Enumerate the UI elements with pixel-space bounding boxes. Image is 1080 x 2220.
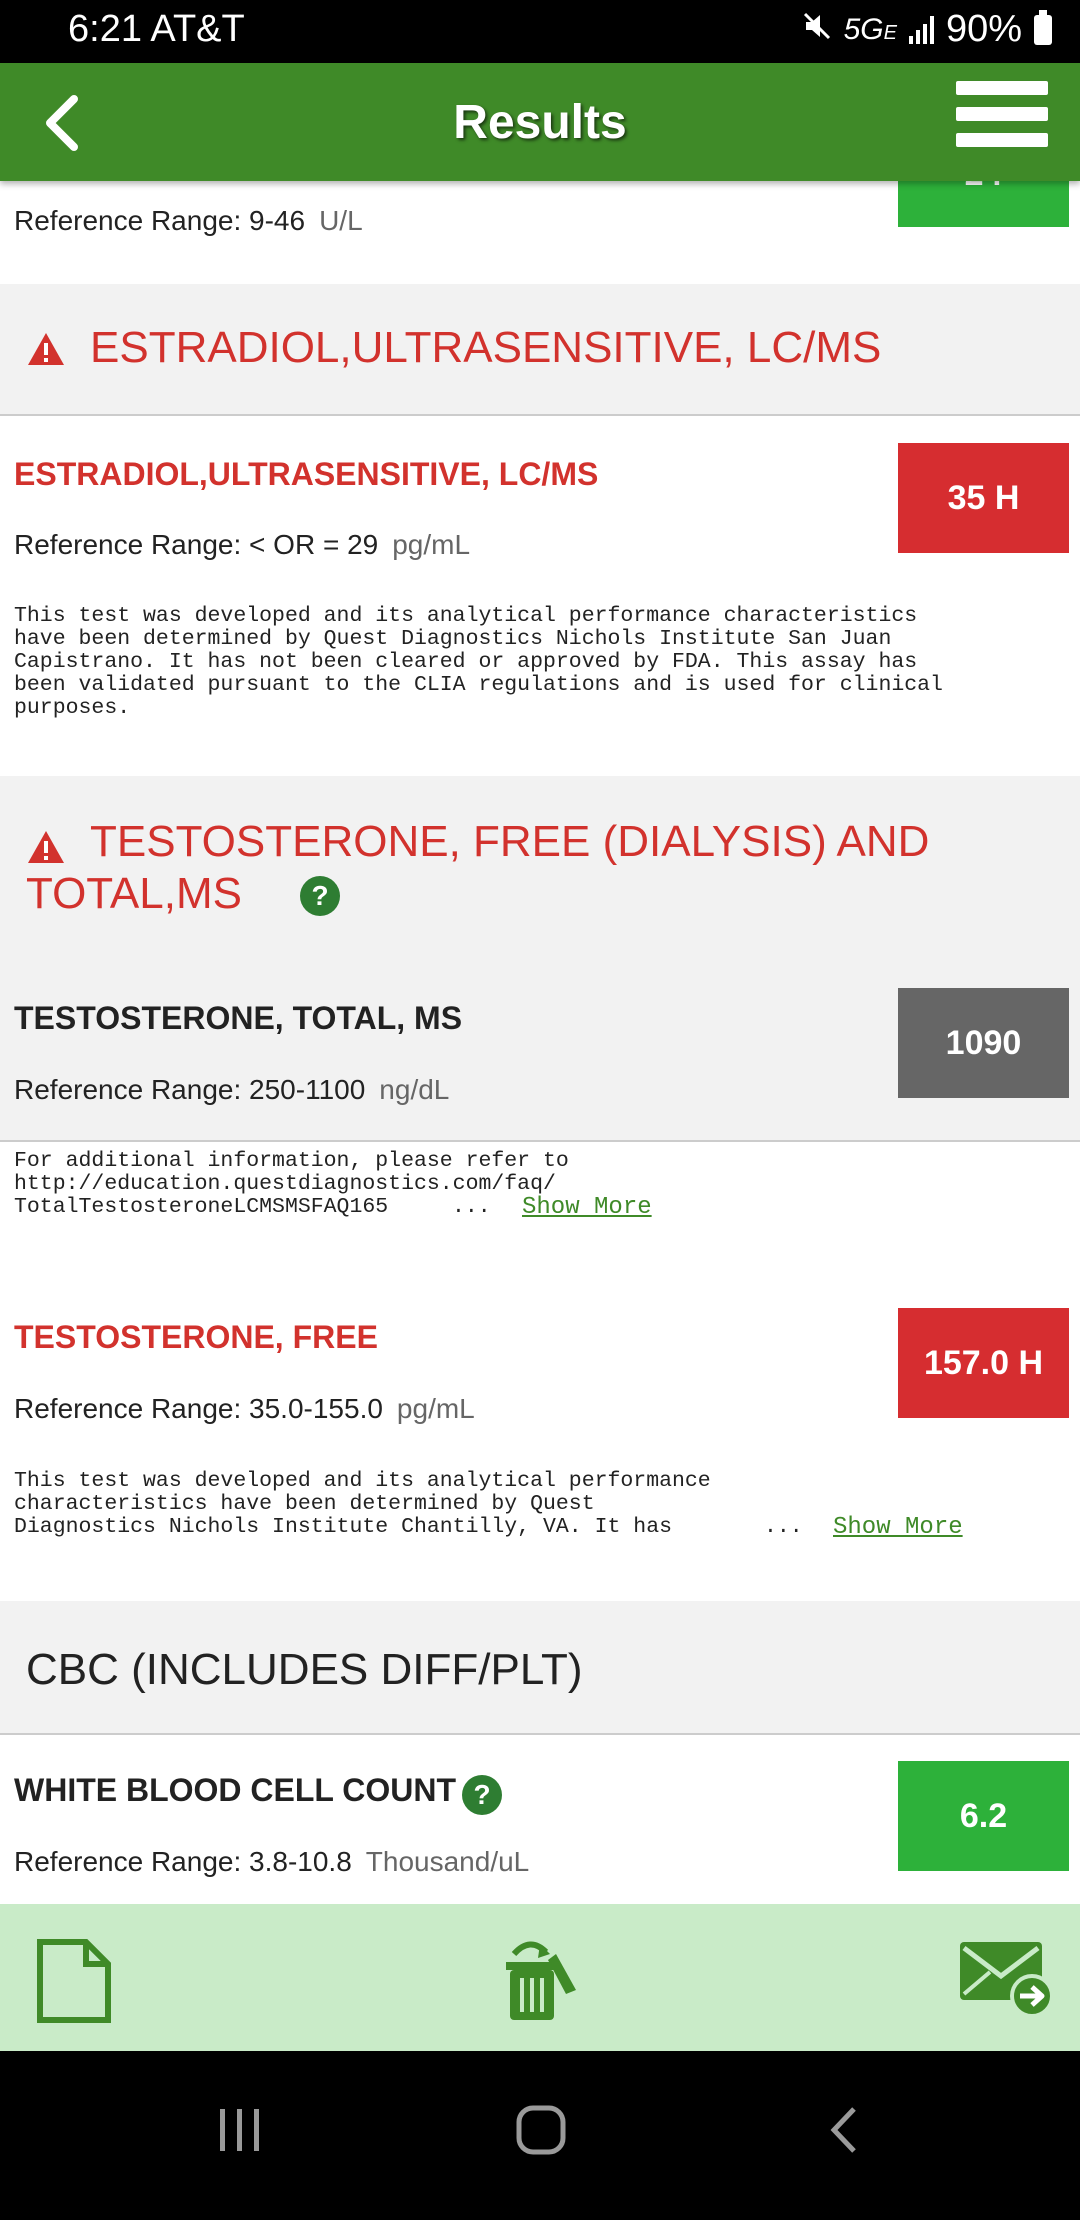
email-forward-icon <box>960 1942 1054 2018</box>
test-note: This test was developed and its analytic… <box>14 1469 711 1539</box>
status-icons: 5GE 90% <box>802 8 1052 51</box>
result-value-badge[interactable]: 157.0 H <box>898 1308 1069 1418</box>
help-icon: ? <box>462 1775 502 1815</box>
menu-button[interactable] <box>956 81 1048 165</box>
reference-range: Reference Range: 9-46 U/L <box>14 205 363 236</box>
document-icon <box>37 1939 111 2023</box>
warning-icon <box>26 829 66 870</box>
battery-icon <box>1034 9 1052 45</box>
status-bar: 6:21 AT&T 5GE 90% <box>0 0 1080 63</box>
reference-range: Reference Range: 3.8-10.8 Thousand/uL <box>14 1846 530 1877</box>
hamburger-icon <box>956 81 1048 95</box>
bottom-toolbar <box>0 1904 1080 2051</box>
section-title: ESTRADIOL,ULTRASENSITIVE, LC/MS <box>90 323 882 372</box>
home-button[interactable] <box>516 2105 566 2160</box>
document-button[interactable] <box>36 1938 112 2029</box>
help-button[interactable]: ? <box>300 876 340 916</box>
delete-button[interactable] <box>500 1934 580 2029</box>
test-note: This test was developed and its analytic… <box>14 604 943 720</box>
help-button[interactable]: ? <box>462 1775 502 1815</box>
results-list[interactable]: 24 Reference Range: 9-46U/L ESTRADIOL,UL… <box>0 181 1080 1904</box>
home-icon <box>516 2105 566 2155</box>
test-name: ESTRADIOL,ULTRASENSITIVE, LC/MS <box>14 456 599 492</box>
note-ellipsis: ... <box>452 1195 491 1219</box>
page-title: Results <box>453 96 627 149</box>
show-more-link[interactable]: Show More <box>522 1194 652 1221</box>
section-header-cbc[interactable]: CBC (INCLUDES DIFF/PLT) <box>0 1601 1080 1735</box>
battery-level: 90% <box>945 8 1022 50</box>
test-name: TESTOSTERONE, FREE <box>14 1319 378 1355</box>
show-more-link[interactable]: Show More <box>833 1514 963 1541</box>
recycle-bin-icon <box>506 1941 576 2020</box>
system-nav-bar <box>0 2051 1080 2220</box>
section-title-line2: TOTAL,MS <box>26 869 242 918</box>
result-value-badge[interactable]: 35 H <box>898 443 1069 553</box>
app-bar: Results <box>0 63 1080 181</box>
help-icon: ? <box>300 876 340 916</box>
section-title: CBC (INCLUDES DIFF/PLT) <box>26 1645 583 1694</box>
back-nav-icon <box>830 2107 856 2153</box>
section-title-line1: TESTOSTERONE, FREE (DIALYSIS) AND <box>90 817 930 866</box>
network-type: 5GE <box>843 12 897 46</box>
note-ellipsis: ... <box>764 1515 803 1539</box>
recent-apps-button[interactable] <box>218 2107 262 2158</box>
test-name: TESTOSTERONE, TOTAL, MS <box>14 1000 463 1036</box>
reference-range: Reference Range: < OR = 29 pg/mL <box>14 529 471 560</box>
test-name: WHITE BLOOD CELL COUNT <box>14 1772 457 1808</box>
recent-apps-icon <box>220 2109 259 2151</box>
reference-range: Reference Range: 35.0-155.0 pg/mL <box>14 1393 475 1424</box>
result-value-badge[interactable]: 1090 <box>898 988 1069 1098</box>
back-nav-button[interactable] <box>826 2105 860 2160</box>
mute-icon <box>802 8 832 51</box>
warning-icon <box>26 331 66 372</box>
status-time: 6:21 AT&T <box>68 8 245 50</box>
signal-icon <box>908 15 934 44</box>
email-button[interactable] <box>956 1938 1056 2023</box>
section-header-estradiol[interactable]: ESTRADIOL,ULTRASENSITIVE, LC/MS <box>0 284 1080 416</box>
result-value-badge[interactable]: 6.2 <box>898 1761 1069 1871</box>
result-value-badge[interactable]: 24 <box>898 181 1069 227</box>
reference-range: Reference Range: 250-1100 ng/dL <box>14 1074 450 1105</box>
